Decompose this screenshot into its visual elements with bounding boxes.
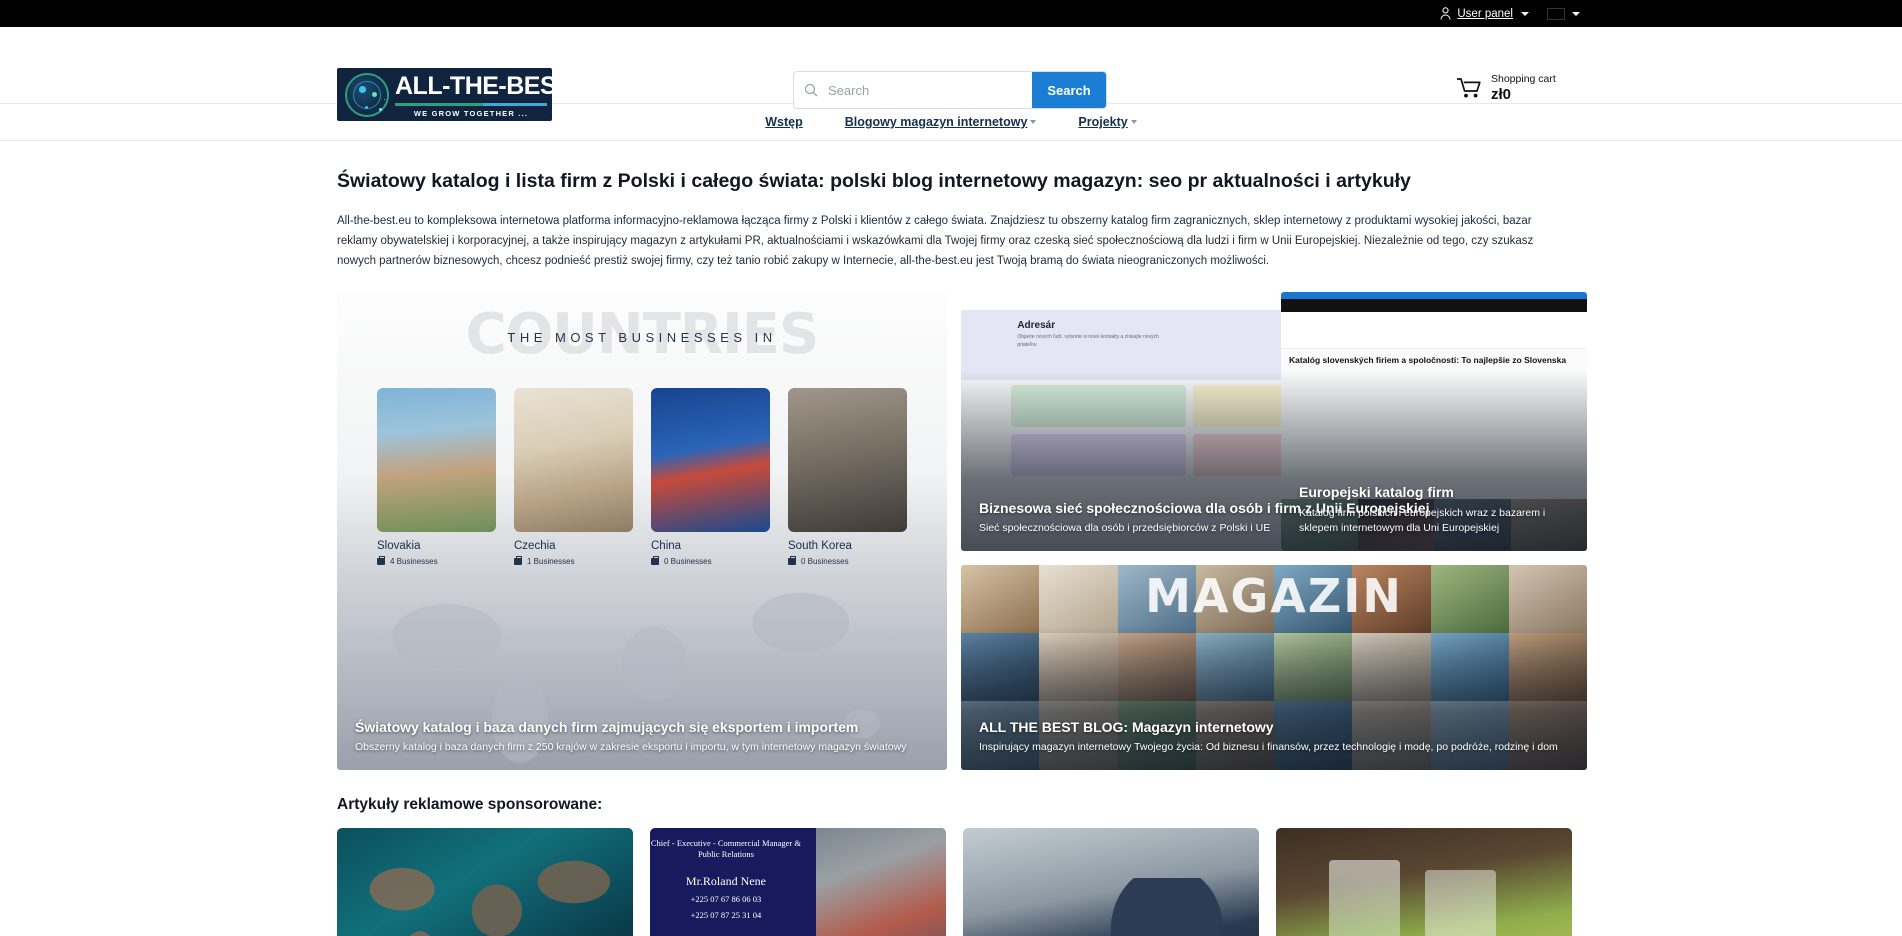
logo-brand-word: ALL-THE-BEST [395,72,552,101]
polish-flag-icon [1547,7,1565,20]
chevron-down-icon [1572,11,1580,16]
tile-blog-magazine[interactable]: MAGAZIN ALL THE BEST BLOG: Magazyn inter… [961,564,1587,770]
language-selector[interactable] [1547,7,1580,20]
main-content: Światowy katalog i lista firm z Polski i… [0,141,1902,936]
sponsored-card-delivery-driver[interactable] [963,827,1259,936]
site-logo[interactable]: ALL-THE-BEST .eu WE GROW TOGETHER ... [337,68,552,121]
cart-total: zł0 [1491,86,1512,104]
briefcase-icon [788,555,796,565]
intro-paragraph: All-the-best.eu to kompleksowa interneto… [337,215,1534,267]
countries-heading: COUNTRIES THE MOST BUSINESSES IN [337,292,947,388]
briefcase-icon [651,555,659,565]
briefcase-icon [377,555,385,565]
tile-caption: ALL THE BEST BLOG: Magazyn internetowy I… [979,718,1569,756]
nav-item-blogowy-magazyn-internetowy[interactable]: Blogowy magazyn internetowy [845,115,1037,129]
tile-title: Światowy katalog i baza danych firm zajm… [355,718,859,735]
site-header: ALL-THE-BEST .eu WE GROW TOGETHER ... Se… [0,27,1902,121]
tile-subtitle: Obszerny katalog i baza danych firm z 25… [355,741,907,754]
logo-text: ALL-THE-BEST .eu WE GROW TOGETHER ... [395,71,552,118]
user-panel-button[interactable]: User panel [1440,7,1529,20]
countries-kicker: THE MOST BUSINESSES IN [507,329,777,345]
nav-label: Blogowy magazyn internetowy [844,115,1028,129]
briefcase-icon [514,555,522,565]
tile-european-company-catalog[interactable]: Katalóg slovenských firiem a spoločností… [1281,291,1587,551]
ad-phone-1: +225 07 67 86 06 03 [690,893,762,904]
search-input[interactable] [828,72,1032,108]
ad-phone-2: +225 07 87 25 31 04 [690,910,762,921]
logo-brand-name: ALL-THE-BEST .eu [395,74,552,99]
logo-tagline: WE GROW TOGETHER ... [413,109,529,119]
country-photo [651,387,770,532]
search-icon [794,72,828,108]
search-button[interactable]: Search [1032,72,1106,108]
shopping-cart-icon [1457,78,1481,98]
tile-subtitle: Katalog firm polskich i europejskich wra… [1299,507,1546,535]
search-bar[interactable]: Search [793,71,1107,109]
world-map-graphic [337,827,633,936]
ad-role: Chief - Executive - Commercial Manager &… [650,837,801,860]
shopping-cart[interactable]: Shopping cart zł0 [1456,73,1556,103]
feature-tile-grid: COUNTRIES THE MOST BUSINESSES IN Slovaki… [337,291,1587,770]
country-photo [788,387,907,532]
port-photo [815,827,946,936]
tile-subtitle: Inspirujący magazyn internetowy Twojego … [979,741,1558,754]
logo-rule [395,103,547,107]
country-photo [377,387,496,532]
sponsored-section-heading: Artykuły reklamowe sponsorowane: [337,795,603,813]
tile-caption: Europejski katalog firm Katalog firm pol… [1299,483,1569,536]
tile-world-catalog[interactable]: COUNTRIES THE MOST BUSINESSES IN Slovaki… [337,291,947,770]
user-panel-label: User panel [1457,7,1513,20]
cart-label: Shopping cart [1491,73,1556,85]
nav-item-projekty[interactable]: Projekty [1078,115,1137,129]
person-icon [1440,7,1451,20]
tile-title: Europejski katalog firm [1299,484,1454,501]
nav-item-wstep[interactable]: Wstęp [765,115,803,129]
tile-title: ALL THE BEST BLOG: Magazyn internetowy [979,718,1274,735]
nav-label: Wstęp [765,115,803,129]
chevron-down-icon [1130,120,1137,124]
blog-bg-word: MAGAZIN [1145,568,1403,623]
shipping-ad-text: Chief - Executive - Commercial Manager &… [650,838,810,936]
page-title: Światowy katalog i lista firm z Polski i… [337,170,1411,192]
sponsored-card-world-business-map[interactable] [337,827,633,936]
nav-label: Projekty [1078,115,1128,129]
country-photo [514,387,633,532]
chevron-down-icon [1521,11,1529,16]
sponsored-card-west-coast-shipping[interactable]: Chief - Executive - Commercial Manager &… [650,827,946,936]
sponsored-article-grid: Chief - Executive - Commercial Manager &… [337,827,1572,936]
top-utility-bar: User panel [0,0,1902,27]
chevron-down-icon [1030,120,1037,124]
sponsored-card-mojito-drinks[interactable] [1276,827,1572,936]
tile-caption: Światowy katalog i baza danych firm zajm… [355,718,929,756]
ad-person-name: Mr.Roland Nene [685,873,766,888]
globe-network-icon [345,72,389,117]
